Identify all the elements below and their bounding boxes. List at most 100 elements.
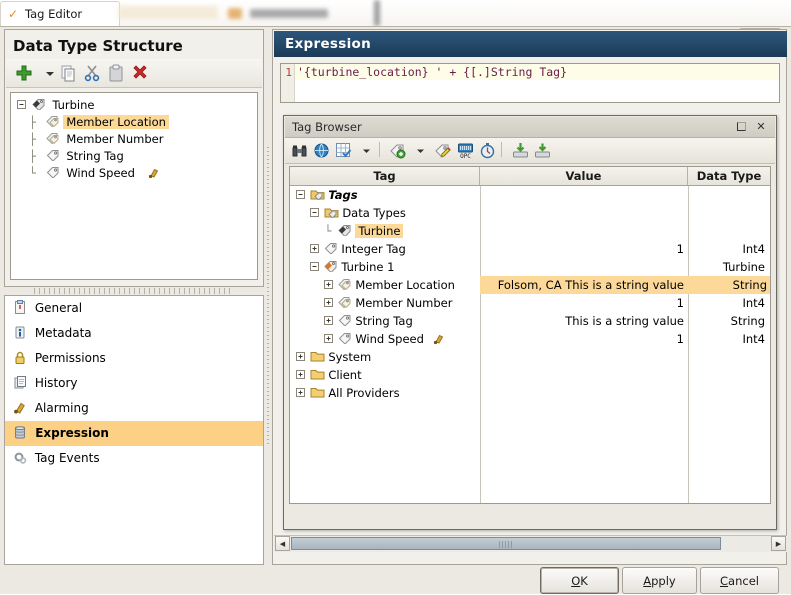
- tag-cell: All Providers: [290, 384, 400, 402]
- tag-browser-grid[interactable]: Tag Value Data Type Tags Data Types └ Tu…: [289, 166, 771, 504]
- tag-browser-close-button[interactable]: ✕: [753, 119, 769, 134]
- tag-icon: [338, 331, 352, 345]
- scroll-right-arrow[interactable]: ▶: [771, 536, 786, 551]
- background-tab-tag-editor[interactable]: ✓ Tag Editor: [0, 1, 120, 26]
- folder-datatypes-icon: [324, 205, 339, 219]
- expander-plus-icon[interactable]: [308, 240, 320, 258]
- tree-row[interactable]: ├ Member Location: [15, 114, 257, 131]
- wrench-icon: ✓: [8, 7, 19, 21]
- table-row[interactable]: Tags: [290, 186, 770, 204]
- expander-plus-icon[interactable]: [322, 312, 334, 330]
- table-row[interactable]: Member Location Folsom, CA This is a str…: [290, 276, 770, 294]
- tree-row[interactable]: ├ String Tag: [15, 148, 257, 165]
- tag-label: Member Number: [355, 296, 453, 310]
- scroll-left-arrow[interactable]: ◀: [275, 536, 290, 551]
- data-type-structure-panel: Data Type Structure Turbine ├ Member Loc…: [4, 29, 264, 287]
- tree-row[interactable]: Turbine: [15, 97, 257, 114]
- tag-browser-title-bar[interactable]: Tag Browser ✕: [285, 117, 775, 138]
- new-tag-button[interactable]: [388, 141, 407, 160]
- sidebar-item-expression[interactable]: Expression: [5, 421, 263, 446]
- sidebar-item-metadata[interactable]: Metadata: [5, 321, 263, 346]
- column-header-data-type[interactable]: Data Type: [688, 167, 770, 185]
- expander-plus-icon[interactable]: [294, 384, 306, 402]
- chevron-down-icon: [417, 149, 424, 153]
- expander-minus-icon[interactable]: [308, 258, 320, 276]
- value-cell: This is a string value: [565, 314, 684, 328]
- cancel-mnemonic: C: [720, 573, 729, 588]
- expander-plus-icon[interactable]: [322, 276, 334, 294]
- expression-code-line[interactable]: '{turbine_location} ' + {[.]String Tag}: [295, 64, 779, 80]
- column-header-value[interactable]: Value: [480, 167, 688, 185]
- expander-plus-icon[interactable]: [322, 330, 334, 348]
- sidebar-item-label: Expression: [35, 426, 109, 440]
- table-row[interactable]: String Tag This is a string value String: [290, 312, 770, 330]
- expander-plus-icon[interactable]: [294, 366, 306, 384]
- expander-plus-icon[interactable]: [322, 294, 334, 312]
- sidebar-item-history[interactable]: History: [5, 371, 263, 396]
- add-button[interactable]: [14, 63, 34, 83]
- tree-row[interactable]: ├ Member Number: [15, 131, 257, 148]
- sidebar-item-tag-events[interactable]: Tag Events: [5, 446, 263, 471]
- stopwatch-icon: [480, 143, 495, 159]
- table-row[interactable]: Integer Tag 1 Int4: [290, 240, 770, 258]
- export-tags-button[interactable]: [533, 141, 552, 160]
- table-row[interactable]: Data Types: [290, 204, 770, 222]
- table-row[interactable]: System: [290, 348, 770, 366]
- add-dropdown-button[interactable]: [40, 63, 60, 83]
- tag-group-dropdown[interactable]: [357, 141, 376, 160]
- data-type-structure-tree[interactable]: Turbine ├ Member Location ├ Member Numbe…: [10, 92, 258, 280]
- data-type-structure-toolbar: [6, 59, 262, 88]
- new-tag-dropdown[interactable]: [411, 141, 430, 160]
- expander-plus-icon[interactable]: [294, 348, 306, 366]
- restore-button[interactable]: [733, 119, 749, 134]
- table-row[interactable]: All Providers: [290, 384, 770, 402]
- tag-group-button[interactable]: [334, 141, 353, 160]
- copy-button[interactable]: [58, 63, 78, 83]
- opc-browser-button[interactable]: OPC: [456, 141, 475, 160]
- binoculars-icon: [292, 145, 307, 157]
- tree-item-label: Wind Speed: [66, 166, 135, 180]
- delete-button[interactable]: [130, 63, 150, 83]
- expander-minus-icon[interactable]: [308, 204, 320, 222]
- sidebar-item-permissions[interactable]: Permissions: [5, 346, 263, 371]
- table-row[interactable]: Wind Speed 1 Int4: [290, 330, 770, 348]
- vertical-splitter[interactable]: [264, 29, 272, 565]
- tag-provider-button[interactable]: [312, 141, 331, 160]
- tree-line: ├: [29, 132, 36, 146]
- ok-button[interactable]: OK: [540, 567, 619, 594]
- table-row[interactable]: Member Number 1 Int4: [290, 294, 770, 312]
- sidebar-item-general[interactable]: General: [5, 296, 263, 321]
- tree-row[interactable]: └ Wind Speed: [15, 165, 257, 182]
- data-type-structure-title: Data Type Structure: [13, 37, 183, 55]
- grid-header-row: Tag Value Data Type: [290, 167, 770, 186]
- tag-history-button[interactable]: [478, 141, 497, 160]
- cut-button[interactable]: [82, 63, 102, 83]
- background-tab-label: Tag Editor: [25, 7, 83, 21]
- expander-minus-icon[interactable]: [294, 186, 306, 204]
- edit-tag-button[interactable]: [433, 141, 452, 160]
- sidebar-item-alarming[interactable]: Alarming: [5, 396, 263, 421]
- tag-cell: Data Types: [290, 204, 406, 222]
- expression-code-editor[interactable]: 1 '{turbine_location} ' + {[.]String Tag…: [280, 63, 780, 103]
- table-row[interactable]: Client: [290, 366, 770, 384]
- tag-cell: Member Number: [290, 294, 452, 312]
- search-tags-button[interactable]: [290, 141, 309, 160]
- apply-rest: pply: [651, 573, 676, 588]
- horizontal-splitter[interactable]: [34, 288, 234, 294]
- import-tags-button[interactable]: [511, 141, 530, 160]
- tag-cell: Wind Speed: [290, 330, 447, 348]
- table-row[interactable]: └ Turbine: [290, 222, 770, 240]
- right-panel-horizontal-scrollbar[interactable]: ◀ ▶: [274, 535, 787, 552]
- column-header-tag[interactable]: Tag: [290, 167, 480, 185]
- paste-icon: [109, 64, 123, 82]
- value-cell: 1: [676, 296, 684, 310]
- expander-minus-icon[interactable]: [15, 97, 28, 114]
- table-row[interactable]: Turbine 1 Turbine: [290, 258, 770, 276]
- scroll-thumb[interactable]: [291, 537, 721, 550]
- paste-button[interactable]: [106, 63, 126, 83]
- apply-button[interactable]: Apply: [622, 567, 697, 594]
- cancel-button[interactable]: Cancel: [700, 567, 779, 594]
- ok-mnemonic: O: [571, 573, 581, 588]
- tag-cell: Turbine 1: [290, 258, 394, 276]
- chevron-down-icon: [363, 149, 370, 153]
